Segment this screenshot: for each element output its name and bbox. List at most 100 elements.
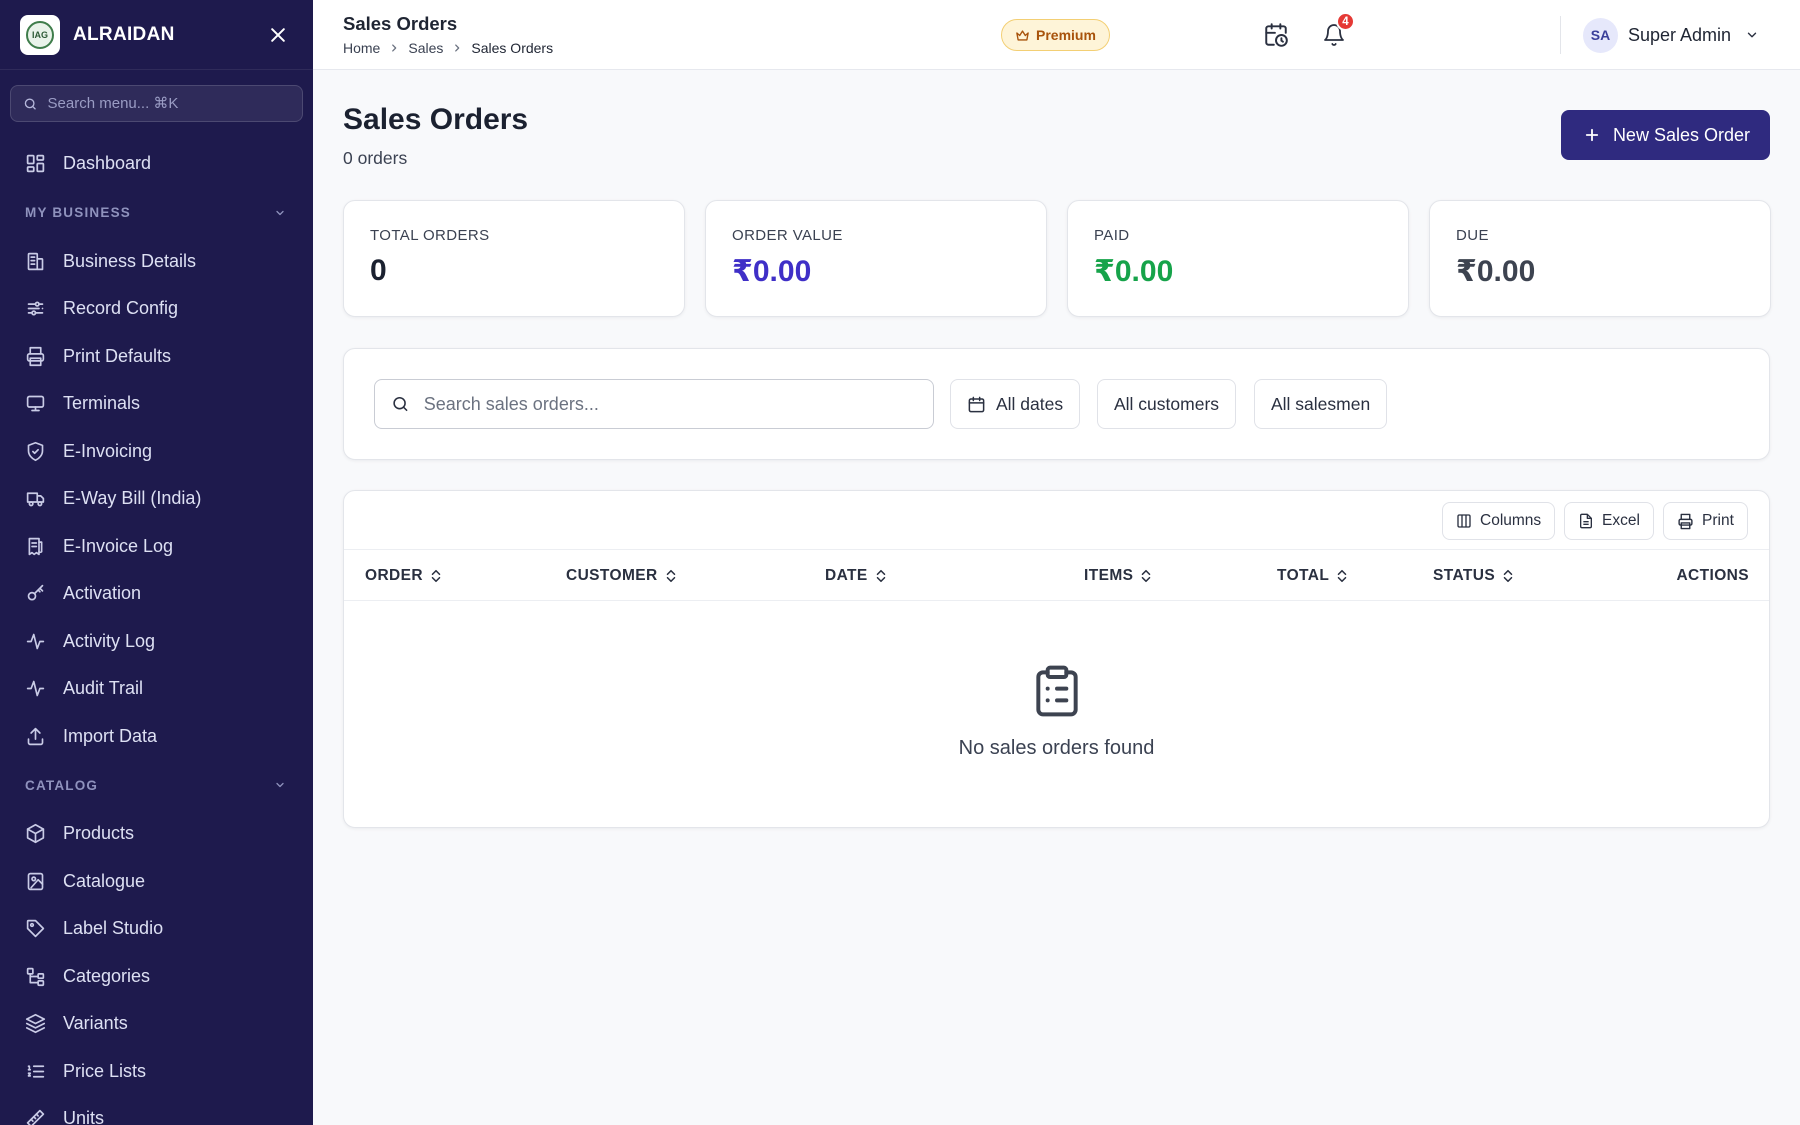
calendar-clock-button[interactable] (1261, 20, 1291, 50)
new-sales-order-button[interactable]: New Sales Order (1560, 110, 1770, 160)
sidebar-item-label: E-Invoicing (63, 440, 153, 461)
sidebar-item-e-way-bill-india[interactable]: E-Way Bill (India) (0, 475, 313, 523)
stat-value: ₹0.00 (1094, 255, 1174, 288)
sort-icon (431, 569, 441, 583)
main-content: Sales Orders 0 orders New Sales Order TO… (313, 70, 1800, 1125)
sidebar-item-business-details[interactable]: Business Details (0, 238, 313, 286)
brand-logo[interactable]: IAG (20, 14, 60, 55)
salesman-filter[interactable]: All salesmen (1254, 379, 1388, 429)
stat-value: 0 (370, 254, 387, 287)
user-menu[interactable]: SA Super Admin (1583, 17, 1759, 53)
sales-order-search-input[interactable] (423, 393, 917, 415)
file-spreadsheet-icon (1580, 513, 1592, 529)
sidebar-item-label-studio[interactable]: Label Studio (0, 905, 313, 953)
clipboard-list-icon (1035, 665, 1078, 717)
sidebar-item-products[interactable]: Products (0, 810, 313, 858)
stat-order-value: ORDER VALUE ₹0.00 (705, 200, 1047, 317)
list-ordered-icon (27, 1065, 45, 1078)
sidebar-section-catalog[interactable]: CATALOG (0, 760, 313, 810)
brand-logo-mark: IAG (26, 20, 54, 49)
monitor-icon (26, 395, 45, 412)
user-name: Super Admin (1628, 24, 1732, 45)
sidebar-item-record-config[interactable]: Record Config (0, 285, 313, 333)
print-label: Print (1702, 512, 1734, 529)
top-bar: Sales Orders Home Sales Sales Orders Pre… (313, 0, 1800, 70)
sidebar-item-dashboard[interactable]: Dashboard (0, 140, 313, 188)
empty-state: No sales orders found (344, 661, 1769, 760)
menu-search-input[interactable] (47, 95, 290, 112)
shield-check-icon (27, 441, 44, 461)
column-header-status[interactable]: STATUS (1433, 550, 1514, 602)
close-icon (271, 27, 285, 42)
sidebar-item-e-invoicing[interactable]: E-Invoicing (0, 428, 313, 476)
column-header-label: ORDER (365, 567, 423, 584)
calendar-clock-icon (1265, 23, 1288, 47)
sales-orders-table: Columns Excel Print ORDER CUSTOMER DATE (343, 490, 1770, 828)
sidebar-item-label: Activity Log (63, 630, 156, 651)
printer-icon (1678, 513, 1693, 529)
stat-value: ₹0.00 (732, 255, 812, 288)
breadcrumb: Home Sales Sales Orders (343, 40, 553, 56)
breadcrumb-sales[interactable]: Sales (408, 40, 443, 56)
sidebar-item-price-lists[interactable]: Price Lists (0, 1048, 313, 1096)
building-icon (27, 252, 44, 270)
sidebar-item-label: Print Defaults (63, 345, 172, 366)
column-header-total[interactable]: TOTAL (1277, 550, 1348, 602)
column-header-date[interactable]: DATE (825, 550, 887, 602)
sidebar-item-units[interactable]: Units (0, 1095, 313, 1125)
stat-total-orders: TOTAL ORDERS 0 (343, 200, 685, 317)
sidebar-section-title: MY BUSINESS (25, 205, 131, 220)
sidebar-item-import-data[interactable]: Import Data (0, 713, 313, 761)
table-header: ORDER CUSTOMER DATE ITEMS TOTAL STATUS A… (344, 549, 1769, 601)
premium-badge[interactable]: Premium (1001, 19, 1110, 51)
column-header-label: STATUS (1433, 567, 1496, 584)
column-header-customer[interactable]: CUSTOMER (566, 550, 677, 602)
sales-order-search[interactable] (374, 379, 934, 429)
dashboard-icon (26, 155, 45, 173)
sidebar-item-label: Catalogue (63, 870, 146, 891)
breadcrumb-home[interactable]: Home (343, 40, 380, 56)
column-header-order[interactable]: ORDER (365, 550, 442, 602)
sidebar-item-catalogue[interactable]: Catalogue (0, 858, 313, 906)
sidebar-item-activation[interactable]: Activation (0, 570, 313, 618)
close-sidebar-button[interactable] (263, 20, 293, 50)
notifications-button[interactable]: 4 (1319, 12, 1355, 50)
sidebar-item-categories[interactable]: Categories (0, 953, 313, 1001)
tag-icon (26, 920, 45, 938)
sort-icon (666, 569, 675, 583)
brand-name: ALRAIDAN (73, 23, 175, 45)
date-filter-label: All dates (996, 393, 1064, 414)
date-filter[interactable]: All dates (950, 379, 1081, 429)
page-title: Sales Orders (343, 103, 529, 136)
sidebar-item-variants[interactable]: Variants (0, 1000, 313, 1048)
columns-button[interactable]: Columns (1442, 502, 1556, 540)
sidebar-item-label: Label Studio (63, 918, 164, 939)
box-icon (26, 824, 45, 844)
sort-icon (1142, 569, 1151, 583)
sidebar-item-audit-trail[interactable]: Audit Trail (0, 665, 313, 713)
menu-search[interactable] (10, 85, 303, 122)
sidebar: IAG ALRAIDAN Dashboard MY BUSINESS Busine… (0, 0, 313, 1125)
sidebar-section-my-business[interactable]: MY BUSINESS (0, 188, 313, 238)
avatar: SA (1583, 17, 1618, 53)
receipt-icon (28, 537, 43, 555)
print-button[interactable]: Print (1663, 502, 1748, 540)
new-sales-order-label: New Sales Order (1612, 124, 1750, 145)
stat-label: ORDER VALUE (732, 227, 843, 244)
sidebar-item-label: Terminals (63, 393, 141, 414)
sidebar-item-activity-log[interactable]: Activity Log (0, 618, 313, 666)
column-header-label: TOTAL (1277, 567, 1330, 584)
sidebar-item-label: Units (63, 1108, 105, 1125)
chevron-right-icon (452, 41, 462, 56)
sidebar-section-title: CATALOG (25, 777, 99, 793)
sort-icon (1337, 569, 1347, 583)
column-header-items[interactable]: ITEMS (1084, 550, 1152, 602)
salesman-filter-label: All salesmen (1271, 393, 1371, 414)
header-divider (1560, 16, 1561, 54)
customer-filter[interactable]: All customers (1097, 379, 1237, 429)
sidebar-item-terminals[interactable]: Terminals (0, 380, 313, 428)
sidebar-item-print-defaults[interactable]: Print Defaults (0, 333, 313, 381)
stat-label: DUE (1456, 227, 1489, 244)
excel-export-button[interactable]: Excel (1564, 502, 1654, 540)
sidebar-item-e-invoice-log[interactable]: E-Invoice Log (0, 523, 313, 571)
